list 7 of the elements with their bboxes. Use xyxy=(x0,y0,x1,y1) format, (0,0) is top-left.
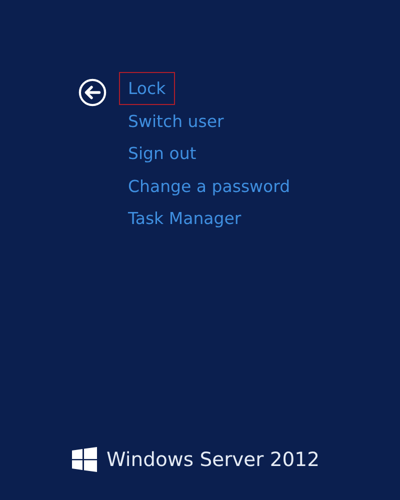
product-name: Windows Server 2012 xyxy=(106,448,320,471)
menu-item[interactable]: Task Manager xyxy=(119,202,250,234)
menu-item[interactable]: Sign out xyxy=(119,137,206,170)
menu-item[interactable]: Switch user xyxy=(119,104,233,137)
menu-item[interactable]: Lock xyxy=(119,72,175,104)
menu-item[interactable]: Change a password xyxy=(119,170,300,202)
windows-logo-icon xyxy=(72,447,98,472)
